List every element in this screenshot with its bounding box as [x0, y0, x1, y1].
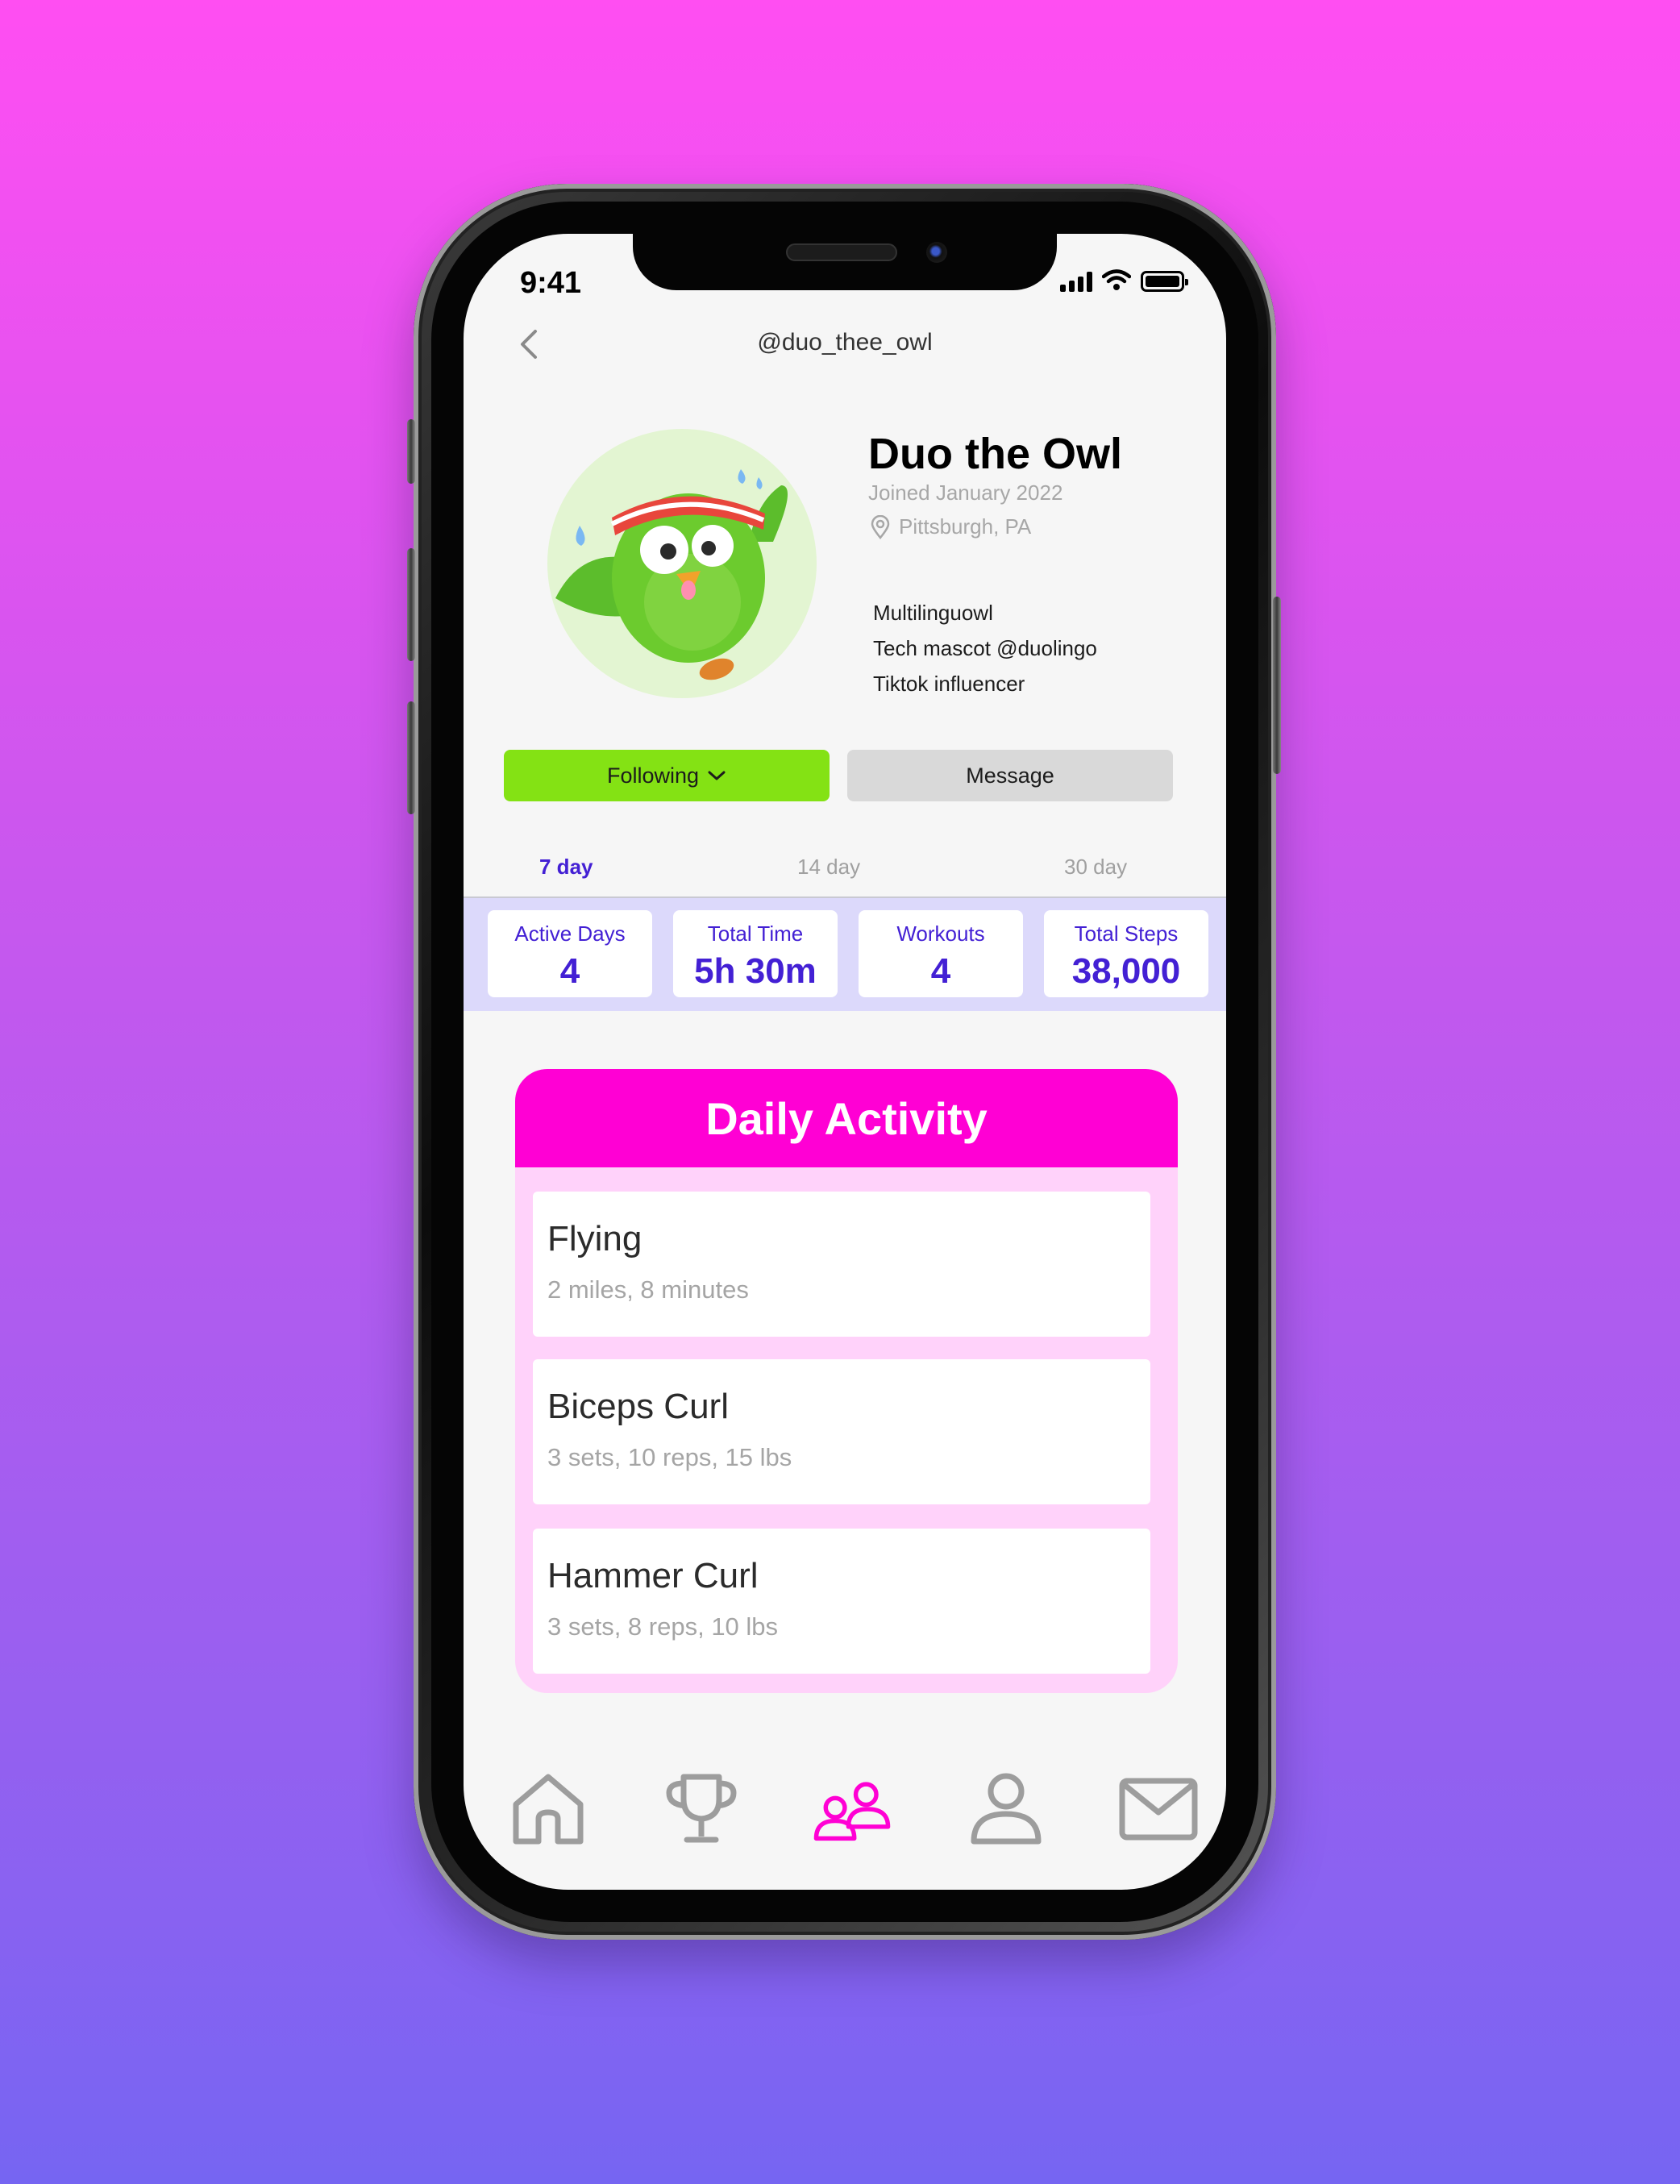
stat-value: 38,000	[1071, 951, 1181, 991]
following-label: Following	[606, 763, 700, 788]
stat-label: Workouts	[896, 921, 985, 946]
stat-label: Active Days	[514, 921, 626, 946]
stats-band: Active Days 4 Total Time 5h 30m Workouts…	[464, 898, 1226, 1011]
friends-icon	[813, 1782, 891, 1841]
activity-name: Biceps Curl	[547, 1387, 729, 1426]
bio-line: Tiktok influencer	[873, 672, 1025, 696]
stat-value: 5h 30m	[694, 951, 817, 991]
mail-icon	[1119, 1778, 1198, 1841]
message-label: Message	[966, 763, 1054, 788]
cellular-signal-icon	[1060, 271, 1092, 292]
message-button[interactable]: Message	[847, 750, 1173, 801]
battery-icon	[1141, 271, 1188, 292]
bio-line: Tech mascot @duolingo	[873, 636, 1097, 660]
volume-up-button	[407, 548, 415, 661]
volume-down-button	[407, 701, 415, 814]
speaker-grille	[786, 243, 897, 261]
activity-item[interactable]: Hammer Curl 3 sets, 8 reps, 10 lbs	[533, 1529, 1150, 1674]
daily-activity-panel: Daily Activity Flying 2 miles, 8 minutes…	[515, 1069, 1178, 1693]
activity-name: Hammer Curl	[547, 1556, 759, 1595]
stat-card-workouts: Workouts 4	[859, 910, 1023, 997]
status-time: 9:41	[520, 266, 582, 300]
joined-date: Joined January 2022	[868, 480, 1063, 505]
activity-detail: 2 miles, 8 minutes	[547, 1275, 749, 1304]
tab-7-day[interactable]: 7 day	[539, 855, 593, 880]
trophy-icon	[666, 1774, 737, 1843]
activity-item[interactable]: Flying 2 miles, 8 minutes	[533, 1192, 1150, 1337]
daily-activity-header: Daily Activity	[515, 1069, 1178, 1167]
notch	[633, 234, 1057, 290]
tabbar-messages[interactable]	[1118, 1769, 1199, 1849]
bio: Multilinguowl Tech mascot @duolingo Tikt…	[873, 595, 1097, 701]
chevron-down-icon	[708, 771, 726, 780]
stat-label: Total Time	[707, 921, 804, 946]
stat-value: 4	[559, 951, 580, 991]
period-tabs: 7 day 14 day 30 day	[464, 855, 1226, 890]
profile-handle: @duo_thee_owl	[757, 329, 933, 356]
front-camera	[926, 242, 947, 263]
tabbar-profile[interactable]	[966, 1769, 1046, 1849]
tabbar-achievements[interactable]	[661, 1769, 742, 1849]
home-icon	[513, 1774, 584, 1845]
duo-owl-illustration	[555, 469, 788, 680]
tab-14-day[interactable]: 14 day	[797, 855, 860, 880]
tabbar-home[interactable]	[508, 1769, 588, 1849]
stat-card-total-time: Total Time 5h 30m	[673, 910, 838, 997]
stat-label: Total Steps	[1074, 921, 1179, 946]
stat-card-active-days: Active Days 4	[488, 910, 652, 997]
power-button	[1273, 597, 1281, 774]
location-text: Pittsburgh, PA	[899, 514, 1032, 539]
tab-30-day[interactable]: 30 day	[1064, 855, 1127, 880]
status-icons	[1060, 269, 1188, 292]
profile-icon	[971, 1773, 1042, 1845]
following-button[interactable]: Following	[504, 750, 830, 801]
app-screen: 9:41 @duo_thee_owl Duo the Owl Joined Ja…	[464, 234, 1226, 1890]
avatar	[547, 429, 817, 698]
location: Pittsburgh, PA	[870, 514, 1031, 539]
stat-card-total-steps: Total Steps 38,000	[1044, 910, 1208, 997]
activity-item[interactable]: Biceps Curl 3 sets, 10 reps, 15 lbs	[533, 1359, 1150, 1504]
mute-switch	[407, 419, 415, 484]
activity-detail: 3 sets, 8 reps, 10 lbs	[547, 1612, 779, 1641]
activity-detail: 3 sets, 10 reps, 15 lbs	[547, 1443, 792, 1471]
bio-line: Multilinguowl	[873, 601, 993, 625]
wifi-icon	[1102, 269, 1131, 290]
daily-activity-title: Daily Activity	[705, 1092, 988, 1144]
profile-name: Duo the Owl	[868, 430, 1122, 478]
activity-name: Flying	[547, 1219, 642, 1258]
stat-value: 4	[930, 951, 951, 991]
location-pin-icon	[871, 514, 890, 539]
tabbar-friends[interactable]	[812, 1769, 892, 1849]
